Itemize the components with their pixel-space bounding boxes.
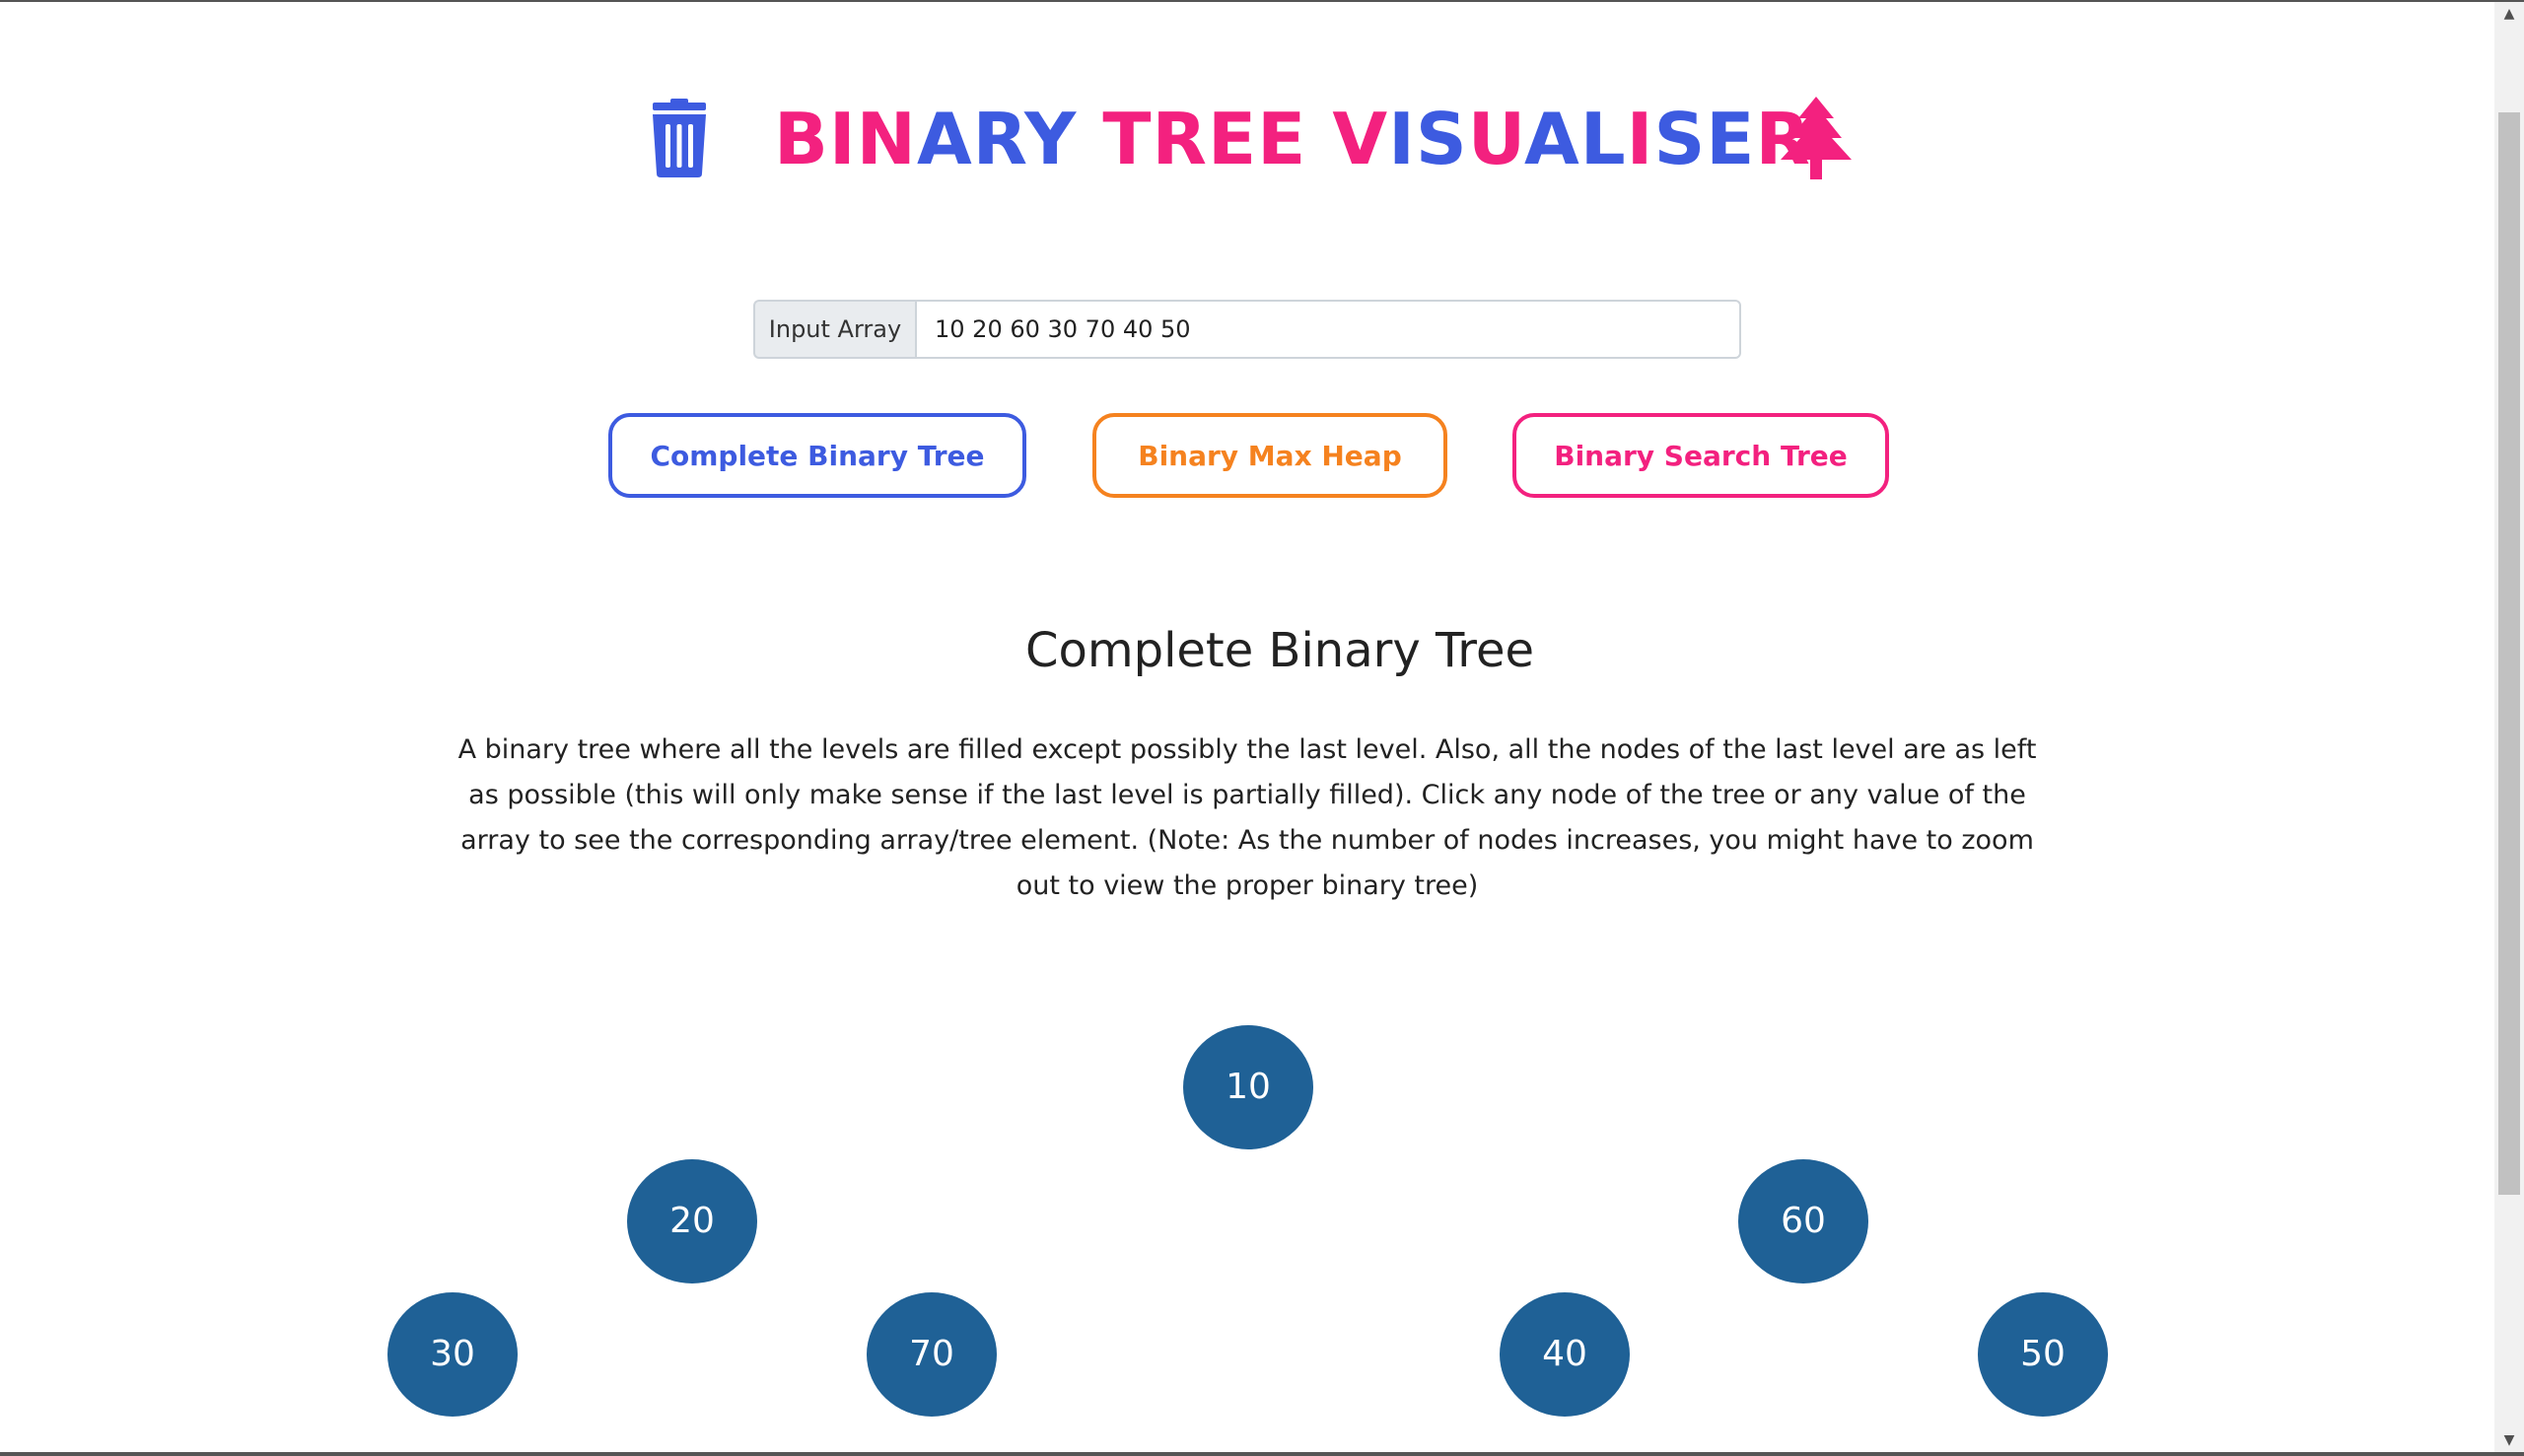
- section-description: A binary tree where all the levels are f…: [457, 734, 2037, 901]
- title-segment: AL: [1524, 98, 1627, 180]
- binary-tree: 10 20 60 30 70 40 50: [0, 986, 2494, 1452]
- tree-icon: [1781, 97, 1852, 179]
- binary-max-heap-button[interactable]: Binary Max Heap: [1092, 413, 1447, 498]
- scroll-down-icon[interactable]: ▼: [2494, 1428, 2524, 1452]
- complete-binary-tree-button[interactable]: Complete Binary Tree: [608, 413, 1026, 498]
- tree-node[interactable]: 50: [1978, 1292, 2108, 1417]
- title-segment: BIN: [774, 98, 917, 180]
- scrollbar-thumb[interactable]: [2498, 112, 2520, 1195]
- title-segment: IS: [1388, 98, 1468, 180]
- title-segment: ARY: [916, 98, 1078, 180]
- tree-node[interactable]: 40: [1500, 1292, 1630, 1417]
- window-bottom-border: [0, 1452, 2524, 1456]
- title-segment: SE: [1653, 98, 1756, 180]
- title-segment: I: [1626, 98, 1654, 180]
- tree-node[interactable]: 10: [1183, 1025, 1313, 1149]
- vertical-scrollbar[interactable]: ▲ ▼: [2494, 2, 2524, 1452]
- tree-node[interactable]: 70: [867, 1292, 997, 1417]
- trash-icon[interactable]: [645, 99, 714, 177]
- title-segment: [1306, 98, 1332, 180]
- window-top-border: [0, 0, 2524, 2]
- binary-search-tree-button[interactable]: Binary Search Tree: [1512, 413, 1889, 498]
- page-title: BINARY TREE VISUALISER: [774, 95, 1810, 183]
- input-array-label: Input Array: [753, 300, 915, 359]
- title-segment: V: [1332, 98, 1389, 180]
- tree-node[interactable]: 20: [627, 1159, 757, 1283]
- title-segment: TREE: [1102, 98, 1307, 180]
- input-array-group: Input Array: [753, 300, 1741, 359]
- title-segment: [1077, 98, 1102, 180]
- title-segment: U: [1467, 98, 1525, 180]
- tree-node[interactable]: 30: [387, 1292, 518, 1417]
- input-array-field[interactable]: [915, 300, 1741, 359]
- scroll-up-icon[interactable]: ▲: [2494, 2, 2524, 26]
- section-title: Complete Binary Tree: [1024, 623, 1535, 678]
- header: BINARY TREE VISUALISER: [0, 79, 2494, 197]
- tree-node[interactable]: 60: [1738, 1159, 1868, 1283]
